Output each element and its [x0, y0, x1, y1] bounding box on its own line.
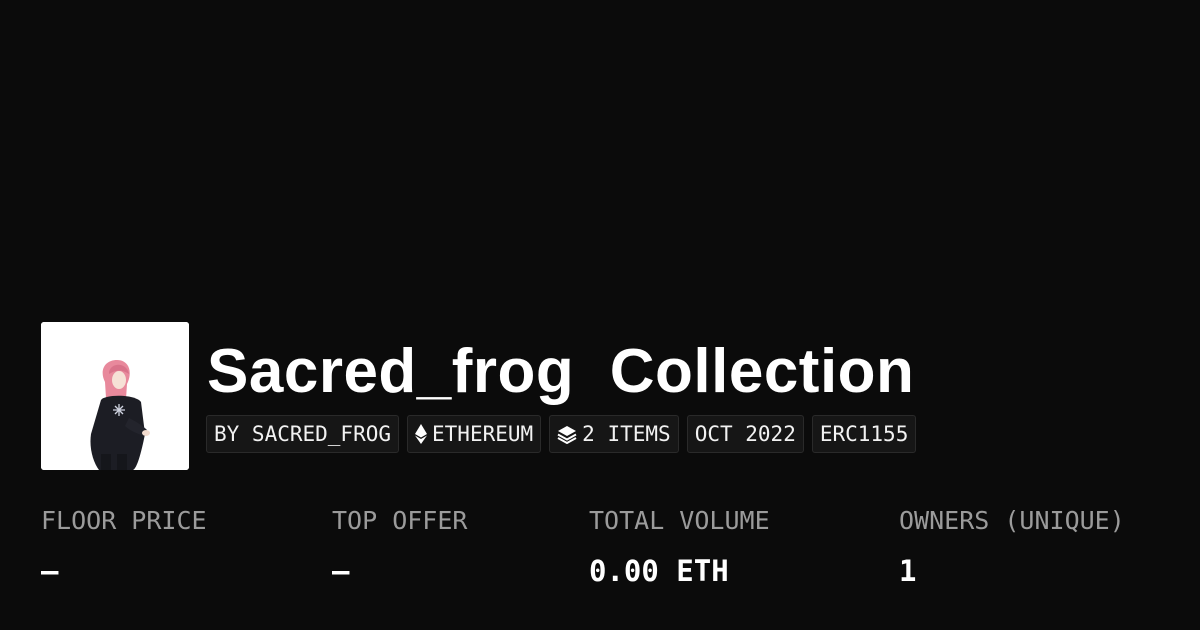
stat-floor-price: FLOOR PRICE –	[41, 503, 207, 589]
top-offer-label: TOP OFFER	[332, 506, 468, 535]
collection-title: Sacred_frog Collection	[207, 337, 915, 406]
stat-top-offer: TOP OFFER –	[332, 503, 467, 589]
stat-owners: OWNERS (UNIQUE) 1	[899, 503, 1125, 589]
date-badge: OCT 2022	[686, 415, 804, 453]
owners-value: 1	[899, 554, 917, 588]
standard-badge: ERC1155	[811, 415, 917, 453]
items-badge-label: 2 ITEMS	[582, 422, 671, 446]
standard-badge-label: ERC1155	[819, 422, 909, 446]
collection-badges: BY SACRED_FROG ETHEREUM 2 ITEMS OCT 2022…	[206, 415, 917, 453]
creator-badge-label: BY SACRED_FROG	[214, 422, 392, 446]
top-offer-value: –	[332, 554, 350, 588]
total-volume-label: TOTAL VOLUME	[589, 506, 770, 535]
floor-price-label: FLOOR PRICE	[41, 506, 207, 535]
items-badge[interactable]: 2 ITEMS	[549, 415, 679, 453]
ethereum-icon	[415, 424, 428, 444]
layers-icon	[557, 424, 577, 444]
date-badge-label: OCT 2022	[694, 422, 796, 446]
chain-badge[interactable]: ETHEREUM	[407, 415, 542, 453]
chain-badge-label: ETHEREUM	[432, 422, 534, 446]
avatar-artwork-image	[41, 322, 189, 470]
floor-price-value: –	[41, 554, 59, 588]
total-volume-value: 0.00 ETH	[589, 554, 729, 588]
creator-badge[interactable]: BY SACRED_FROG	[206, 415, 400, 453]
collection-avatar[interactable]	[41, 322, 189, 470]
stat-total-volume: TOTAL VOLUME 0.00 ETH	[589, 503, 770, 589]
owners-label: OWNERS (UNIQUE)	[899, 506, 1125, 535]
